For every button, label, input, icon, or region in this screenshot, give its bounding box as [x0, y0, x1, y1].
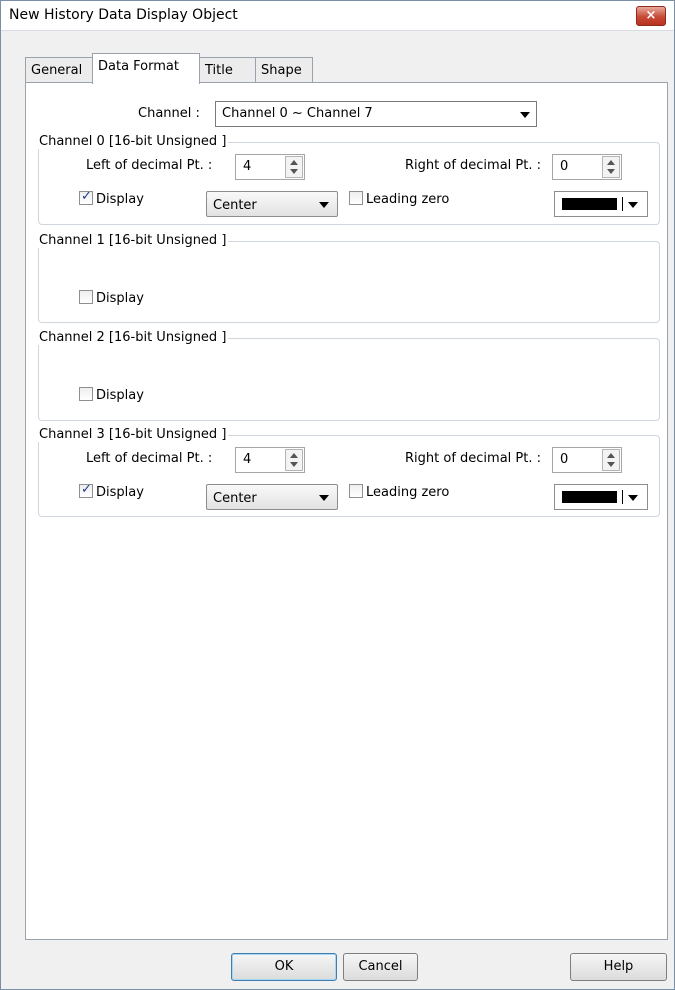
channel-select[interactable]: Channel 0 ~ Channel 7 [215, 101, 537, 127]
display-checkbox[interactable]: Display [79, 290, 144, 306]
channel-select-value: Channel 0 ~ Channel 7 [222, 106, 373, 121]
left-decimal-label: Left of decimal Pt. : [86, 158, 213, 173]
tab-shape[interactable]: Shape [255, 57, 313, 83]
alignment-value: Center [213, 198, 257, 213]
divider [622, 197, 623, 211]
color-swatch [562, 198, 617, 210]
color-picker[interactable] [554, 191, 648, 217]
right-decimal-value: 0 [560, 452, 569, 467]
close-button[interactable]: × [636, 6, 666, 26]
chevron-down-icon [628, 495, 638, 501]
right-decimal-spinner[interactable]: 0 [552, 447, 622, 473]
leading-zero-label: Leading zero [366, 485, 450, 500]
title-bar: New History Data Display Object × [1, 1, 674, 31]
right-decimal-label: Right of decimal Pt. : [405, 158, 541, 173]
display-checkbox[interactable]: Display [79, 482, 144, 500]
spinner-buttons[interactable] [285, 156, 303, 178]
spinner-buttons[interactable] [285, 449, 303, 471]
checkbox-checked-icon [79, 189, 93, 205]
tab-title[interactable]: Title [199, 57, 256, 83]
tab-shape-label: Shape [261, 63, 302, 78]
tab-general[interactable]: General [25, 57, 93, 83]
channel-0-group: Channel 0 [16-bit Unsigned ] Left of dec… [37, 134, 660, 225]
spin-up-icon [607, 160, 615, 165]
channel-label: Channel : [138, 106, 200, 121]
data-format-panel: Channel : Channel 0 ~ Channel 7 Channel … [25, 82, 668, 940]
color-picker[interactable] [554, 484, 648, 510]
checkbox-unchecked-icon [79, 290, 93, 304]
dialog-window: New History Data Display Object × Genera… [0, 0, 675, 990]
leading-zero-checkbox[interactable]: Leading zero [349, 484, 449, 500]
cancel-button[interactable]: Cancel [343, 953, 418, 981]
tab-general-label: General [31, 63, 83, 78]
chevron-down-icon [319, 495, 329, 501]
channel-3-group: Channel 3 [16-bit Unsigned ] Left of dec… [37, 427, 660, 517]
right-decimal-value: 0 [560, 159, 569, 174]
leading-zero-label: Leading zero [366, 192, 450, 207]
alignment-select[interactable]: Center [206, 484, 338, 510]
display-label: Display [96, 485, 144, 500]
right-decimal-spinner[interactable]: 0 [552, 154, 622, 180]
chevron-down-icon [520, 112, 530, 118]
display-label: Display [96, 291, 144, 306]
cancel-button-label: Cancel [358, 959, 403, 974]
display-checkbox[interactable]: Display [79, 189, 144, 207]
display-checkbox[interactable]: Display [79, 387, 144, 403]
dialog-title: New History Data Display Object [9, 7, 238, 23]
checkbox-unchecked-icon [349, 484, 363, 498]
display-label: Display [96, 388, 144, 403]
help-button[interactable]: Help [570, 953, 667, 981]
left-decimal-value: 4 [243, 159, 252, 174]
spinner-buttons[interactable] [602, 156, 620, 178]
alignment-value: Center [213, 491, 257, 506]
tab-data-format-label: Data Format [98, 59, 179, 74]
channel-2-group: Channel 2 [16-bit Unsigned ] Display [37, 330, 660, 421]
left-decimal-value: 4 [243, 452, 252, 467]
spin-down-icon [607, 169, 615, 174]
divider [622, 490, 623, 504]
help-button-label: Help [603, 959, 634, 974]
ok-button[interactable]: OK [231, 953, 337, 981]
left-decimal-spinner[interactable]: 4 [235, 447, 305, 473]
spin-down-icon [607, 462, 615, 467]
spin-down-icon [290, 462, 298, 467]
ok-button-label: OK [274, 959, 294, 974]
chevron-down-icon [319, 202, 329, 208]
channel-0-group-title: Channel 0 [16-bit Unsigned ] [37, 134, 229, 149]
leading-zero-checkbox[interactable]: Leading zero [349, 191, 449, 207]
spin-up-icon [290, 160, 298, 165]
channel-2-group-title: Channel 2 [16-bit Unsigned ] [37, 330, 229, 345]
channel-1-group-title: Channel 1 [16-bit Unsigned ] [37, 233, 229, 248]
display-label: Display [96, 192, 144, 207]
channel-1-group: Channel 1 [16-bit Unsigned ] Display [37, 233, 660, 323]
channel-3-group-title: Channel 3 [16-bit Unsigned ] [37, 427, 229, 442]
alignment-select[interactable]: Center [206, 191, 338, 217]
checkbox-unchecked-icon [79, 387, 93, 401]
spin-up-icon [607, 453, 615, 458]
tab-data-format[interactable]: Data Format [92, 53, 200, 84]
spin-down-icon [290, 169, 298, 174]
checkbox-unchecked-icon [349, 191, 363, 205]
chevron-down-icon [628, 202, 638, 208]
right-decimal-label: Right of decimal Pt. : [405, 451, 541, 466]
spinner-buttons[interactable] [602, 449, 620, 471]
checkbox-checked-icon [79, 482, 93, 498]
spin-up-icon [290, 453, 298, 458]
left-decimal-label: Left of decimal Pt. : [86, 451, 213, 466]
color-swatch [562, 491, 617, 503]
close-icon: × [645, 8, 657, 23]
tab-title-label: Title [205, 63, 233, 78]
left-decimal-spinner[interactable]: 4 [235, 154, 305, 180]
